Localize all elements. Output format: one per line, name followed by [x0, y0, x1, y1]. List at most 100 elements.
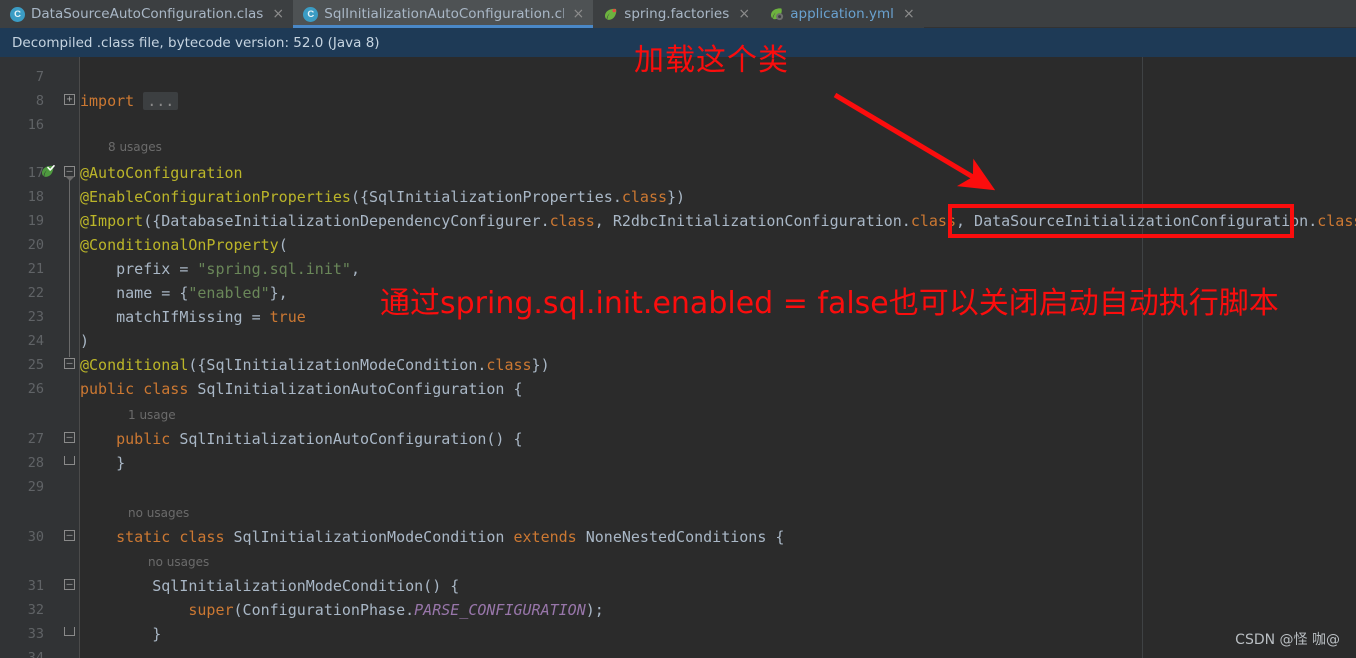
- fold-collapse-icon-mode-condition[interactable]: –: [64, 579, 75, 590]
- code-token: @EnableConfigurationProperties: [80, 188, 351, 206]
- code-token: }: [80, 454, 126, 472]
- watermark-text: CSDN @怪 咖@: [1235, 632, 1340, 648]
- code-editor[interactable]: 7 8 16 17 18 19 20 21 22 23 24 25 26 27 28 29 30 31 32 33 34…: [0, 57, 1356, 658]
- decompiled-notification-bar: Decompiled .class file, bytecode version…: [0, 28, 1356, 57]
- code-line[interactable]: }: [80, 451, 125, 475]
- code-token: class: [486, 356, 532, 374]
- usage-hint[interactable]: 1 usage: [128, 405, 176, 425]
- code-token: , R2dbcInitializationConfiguration.: [594, 212, 911, 230]
- spring-leaf-icon: [603, 7, 618, 22]
- right-margin-guide: [1142, 57, 1143, 658]
- spring-leaf-gear-icon: [769, 7, 784, 22]
- tab-label: spring.factories: [624, 6, 730, 22]
- spring-bean-icon[interactable]: [40, 164, 55, 179]
- code-token: extends: [513, 528, 586, 546]
- code-token: (: [278, 236, 288, 254]
- code-line[interactable]: name = {"enabled"},: [80, 281, 288, 305]
- code-token: name = {: [80, 284, 189, 302]
- line-number: 18: [27, 189, 44, 205]
- line-number: 22: [27, 285, 44, 301]
- usage-hint[interactable]: no usages: [148, 552, 209, 572]
- code-line[interactable]: super(ConfigurationPhase.PARSE_CONFIGURA…: [80, 598, 604, 622]
- fold-collapse-icon-conditional[interactable]: –: [64, 358, 75, 369]
- tab-application-yml[interactable]: application.yml ×: [759, 0, 924, 28]
- code-line[interactable]: @ConditionalOnProperty(: [80, 233, 288, 257]
- code-line[interactable]: static class SqlInitializationModeCondit…: [80, 525, 784, 549]
- code-token: NoneNestedConditions {: [585, 528, 785, 546]
- code-token: class: [621, 188, 668, 206]
- line-number: 20: [27, 237, 44, 253]
- code-token: matchIfMissing =: [80, 308, 270, 326]
- tab-spring-factories[interactable]: spring.factories ×: [593, 0, 760, 28]
- line-number: 16: [27, 117, 44, 133]
- scroll-marker-gutter[interactable]: [1342, 57, 1356, 658]
- code-line[interactable]: @Import({DatabaseInitializationDependenc…: [80, 209, 1356, 233]
- tab-label: SqlInitializationAutoConfiguration.class: [324, 6, 564, 22]
- code-token: ): [80, 332, 90, 350]
- line-number: 27: [27, 431, 44, 447]
- code-token: @Conditional: [80, 356, 189, 374]
- code-token: ,: [350, 260, 360, 278]
- line-number: 21: [27, 261, 44, 277]
- code-line[interactable]: public class SqlInitializationAutoConfig…: [80, 377, 523, 401]
- editor-tab-bar: C DataSourceAutoConfiguration.clas × C S…: [0, 0, 1356, 28]
- java-class-icon: C: [10, 6, 25, 22]
- code-line[interactable]: }: [80, 622, 161, 646]
- line-number: 29: [27, 479, 44, 495]
- code-content[interactable]: import ... @AutoConfiguration @EnableConfi…: [80, 57, 1356, 658]
- tab-close-icon[interactable]: ×: [738, 7, 750, 21]
- code-line[interactable]: @EnableConfigurationProperties({SqlIniti…: [80, 185, 685, 209]
- code-token: ({SqlInitializationProperties.: [350, 188, 622, 206]
- code-token: "enabled": [188, 284, 270, 302]
- tab-close-icon[interactable]: ×: [573, 7, 585, 21]
- usage-hint[interactable]: 8 usages: [108, 137, 162, 157]
- fold-end-icon-constructor[interactable]: [64, 456, 75, 465]
- code-token: static class: [80, 528, 234, 546]
- line-number: 7: [35, 69, 44, 85]
- code-token: SqlInitializationAutoConfiguration() {: [179, 430, 523, 448]
- code-token: import: [80, 92, 144, 110]
- line-number: 26: [27, 381, 44, 397]
- fold-collapse-icon-constructor[interactable]: –: [64, 432, 75, 443]
- code-token: , DataSourceInitializationConfiguration.: [956, 212, 1318, 230]
- code-line[interactable]: ): [80, 329, 89, 353]
- code-line[interactable]: import ...: [80, 89, 179, 113]
- tab-close-icon[interactable]: ×: [272, 7, 284, 21]
- code-folding-gutter[interactable]: + – – – – –: [58, 57, 80, 658]
- code-token: super: [80, 601, 234, 619]
- fold-collapse-icon-static-class[interactable]: –: [64, 530, 75, 541]
- tab-datasource-autoconfiguration[interactable]: C DataSourceAutoConfiguration.clas ×: [0, 0, 294, 28]
- code-line[interactable]: public SqlInitializationAutoConfiguratio…: [80, 427, 523, 451]
- code-token: @Import: [80, 212, 144, 230]
- code-token: "spring.sql.init": [197, 260, 351, 278]
- fold-expand-icon-import[interactable]: +: [64, 94, 75, 105]
- code-token: public class: [80, 380, 198, 398]
- code-token: },: [269, 284, 288, 302]
- line-number: 34: [27, 650, 44, 658]
- code-token: (ConfigurationPhase.: [233, 601, 415, 619]
- tab-sqlinitialization-autoconfiguration[interactable]: C SqlInitializationAutoConfiguration.cla…: [293, 0, 594, 28]
- code-line[interactable]: @AutoConfiguration: [80, 161, 243, 185]
- tab-label: application.yml: [790, 6, 894, 22]
- fold-region-line: [69, 177, 70, 357]
- code-token: class: [910, 212, 956, 230]
- line-number: 31: [27, 578, 44, 594]
- line-number: 19: [27, 213, 44, 229]
- code-line[interactable]: matchIfMissing = true: [80, 305, 306, 329]
- fold-end-icon-mode-condition[interactable]: [64, 627, 75, 636]
- notification-text: Decompiled .class file, bytecode version…: [12, 34, 380, 51]
- code-token: }): [531, 356, 550, 374]
- code-line[interactable]: prefix = "spring.sql.init",: [80, 257, 360, 281]
- tab-close-icon[interactable]: ×: [903, 7, 915, 21]
- ide-window: C DataSourceAutoConfiguration.clas × C S…: [0, 0, 1356, 658]
- code-token: PARSE_CONFIGURATION: [414, 601, 586, 619]
- line-number-gutter: 7 8 16 17 18 19 20 21 22 23 24 25 26 27 28 29 30 31 32 33 34: [0, 57, 58, 658]
- line-number: 30: [27, 529, 44, 545]
- code-line[interactable]: SqlInitializationModeCondition() {: [80, 574, 459, 598]
- line-number: 23: [27, 309, 44, 325]
- code-token: );: [585, 601, 604, 619]
- code-token: public: [80, 430, 180, 448]
- usage-hint[interactable]: no usages: [128, 503, 189, 523]
- code-line[interactable]: @Conditional({SqlInitializationModeCondi…: [80, 353, 550, 377]
- line-number: 33: [27, 626, 44, 642]
